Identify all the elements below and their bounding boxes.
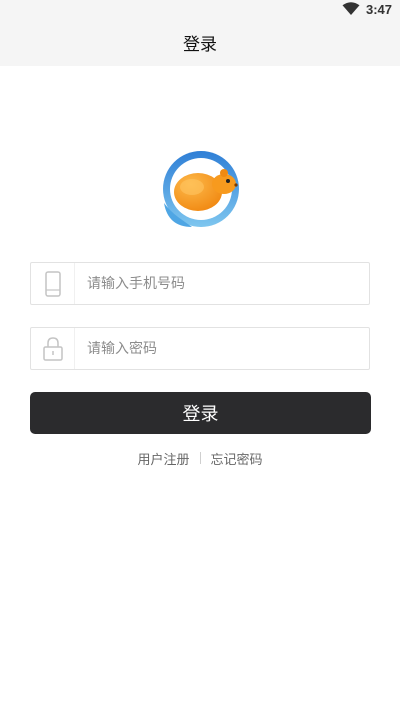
footer-links: 用户注册 忘记密码 bbox=[0, 448, 400, 468]
link-divider bbox=[199, 452, 201, 464]
phone-input[interactable] bbox=[87, 263, 357, 304]
lock-icon bbox=[43, 337, 63, 361]
status-time: 3:47 bbox=[365, 1, 392, 17]
page-title: 登录 bbox=[183, 34, 217, 55]
status-right: 3:47 bbox=[342, 0, 392, 18]
hamster-logo-icon bbox=[163, 151, 239, 227]
forgot-password-link[interactable]: 忘记密码 bbox=[211, 449, 263, 468]
password-field bbox=[30, 327, 370, 370]
wifi-icon bbox=[342, 2, 360, 16]
password-field-separator bbox=[74, 328, 75, 369]
phone-field-separator bbox=[74, 263, 75, 304]
app-logo bbox=[158, 147, 244, 233]
status-bar: 3:47 bbox=[0, 0, 400, 18]
phone-field bbox=[30, 262, 370, 305]
login-button[interactable]: 登录 bbox=[30, 392, 371, 434]
password-input[interactable] bbox=[87, 328, 357, 369]
phone-icon bbox=[45, 271, 61, 297]
app-header: 登录 bbox=[0, 18, 400, 66]
register-link[interactable]: 用户注册 bbox=[137, 449, 189, 468]
